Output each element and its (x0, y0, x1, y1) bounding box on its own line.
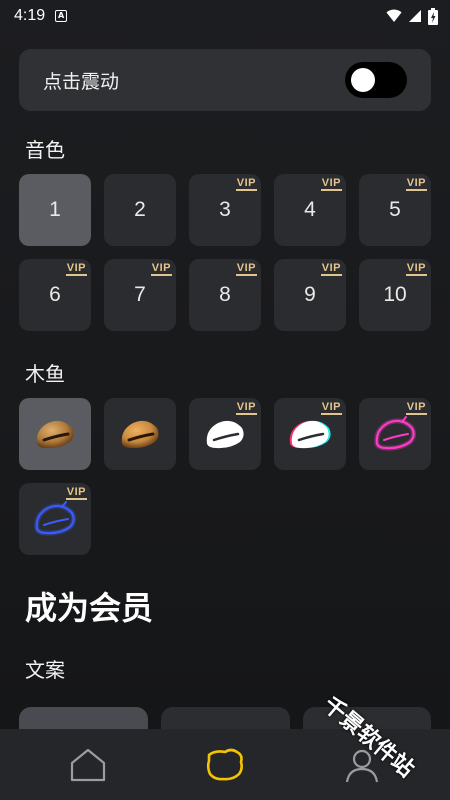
status-icons (386, 7, 438, 25)
timbre-option[interactable]: 1 (19, 174, 91, 246)
timbre-option-label: 7 (134, 283, 146, 306)
muyu-icon (206, 748, 243, 780)
become-member-title: 成为会员 (25, 589, 154, 627)
nav-home[interactable] (58, 735, 118, 795)
timbre-section-title: 音色 (25, 138, 65, 162)
vip-badge: VIP (235, 262, 257, 276)
timbre-option-label: 2 (134, 198, 146, 221)
timbre-option[interactable]: 7 VIP (104, 259, 176, 331)
vip-badge: VIP (405, 177, 427, 191)
timbre-option-label: 5 (389, 198, 401, 221)
vip-badge: VIP (235, 177, 257, 191)
vibrate-setting-card: 点击震动 (19, 49, 431, 111)
wooden-fish-icon (289, 420, 331, 449)
timbre-option[interactable]: 10 VIP (359, 259, 431, 331)
vip-badge: VIP (65, 262, 87, 276)
timbre-option[interactable]: 9 VIP (274, 259, 346, 331)
muyu-option-glitch[interactable]: VIP (274, 398, 346, 470)
muyu-section-title: 木鱼 (25, 362, 65, 386)
nav-muyu[interactable] (195, 735, 255, 795)
timbre-option[interactable]: 8 VIP (189, 259, 261, 331)
bottom-nav (0, 729, 450, 800)
vip-badge: VIP (65, 486, 87, 500)
timbre-option[interactable]: 5 VIP (359, 174, 431, 246)
timbre-option-label: 10 (383, 283, 407, 306)
timbre-option[interactable]: 2 (104, 174, 176, 246)
muyu-grid: VIP VIP VIP VIP (19, 398, 431, 555)
status-time: 4:19 (14, 7, 46, 24)
home-icon (71, 748, 106, 781)
status-bar: 4:19 A (0, 0, 450, 32)
muyu-option-white[interactable]: VIP (189, 398, 261, 470)
vip-badge: VIP (320, 401, 342, 415)
vip-badge: VIP (320, 177, 342, 191)
muyu-option-wood-gold[interactable] (104, 398, 176, 470)
vip-badge: VIP (405, 401, 427, 415)
nav-profile[interactable] (332, 735, 392, 795)
timbre-option-label: 4 (304, 198, 316, 221)
timbre-option-label: 9 (304, 283, 316, 306)
vibrate-toggle[interactable] (345, 62, 407, 98)
vip-badge: VIP (405, 262, 427, 276)
timbre-option[interactable]: 3 VIP (189, 174, 261, 246)
vibrate-label: 点击震动 (43, 70, 120, 93)
muyu-option-wood[interactable] (19, 398, 91, 470)
timbre-option-label: 1 (49, 198, 61, 221)
wooden-fish-icon (36, 420, 74, 449)
profile-icon (345, 749, 378, 782)
timbre-grid: 1 2 3 VIP 4 VIP 5 VIP 6 VIP 7 VIP 8 VIP 9 VIP 10 VIP (19, 174, 431, 331)
timbre-option-label: 6 (49, 283, 61, 306)
wooden-fish-icon (34, 501, 77, 536)
copy-section-title: 文案 (25, 658, 65, 682)
timbre-option-label: 3 (219, 198, 231, 221)
timbre-option[interactable]: 4 VIP (274, 174, 346, 246)
timbre-option-label: 8 (219, 283, 231, 306)
signal-icon (409, 10, 421, 22)
vip-badge: VIP (320, 262, 342, 276)
wooden-fish-icon (121, 420, 159, 449)
toggle-knob (351, 68, 375, 92)
wooden-fish-icon (206, 420, 244, 449)
vip-badge: VIP (150, 262, 172, 276)
wooden-fish-icon (374, 416, 417, 451)
muyu-option-neon-blue[interactable]: VIP (19, 483, 91, 555)
timbre-option[interactable]: 6 VIP (19, 259, 91, 331)
muyu-option-neon-pink[interactable]: VIP (359, 398, 431, 470)
app-notification-icon: A (55, 10, 68, 22)
wifi-icon (386, 9, 402, 22)
battery-icon (428, 7, 438, 25)
vip-badge: VIP (235, 401, 257, 415)
